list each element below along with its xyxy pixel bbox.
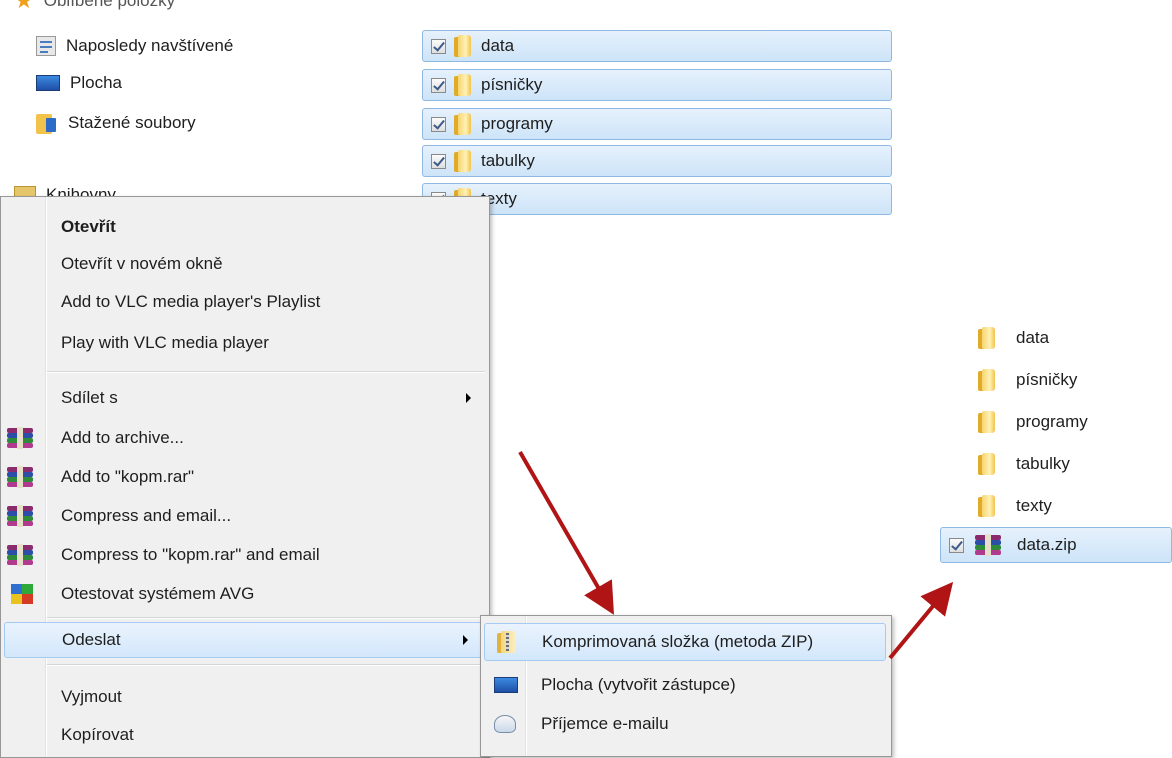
star-icon: ★ bbox=[14, 0, 34, 13]
nav-item-label: Oblíbené položky bbox=[43, 0, 176, 10]
submenu-item-label: Plocha (vytvořit zástupce) bbox=[541, 675, 736, 694]
file-row-data[interactable]: data bbox=[422, 30, 892, 62]
result-item-pisnicky[interactable]: písničky bbox=[930, 362, 1172, 398]
submenu-arrow-icon bbox=[463, 635, 468, 645]
file-name: data bbox=[481, 36, 515, 55]
file-row-programy[interactable]: programy bbox=[422, 108, 892, 140]
submenu-item-desktop-shortcut[interactable]: Plocha (vytvořit zástupce) bbox=[484, 666, 886, 704]
result-item-texty[interactable]: texty bbox=[930, 488, 1172, 524]
nav-item-favorites[interactable]: ★ Oblíbené položky bbox=[14, 0, 175, 16]
menu-item-label: Add to archive... bbox=[61, 428, 184, 447]
winrar-icon bbox=[7, 466, 33, 488]
result-file-list: data písničky programy tabulky texty dat… bbox=[930, 300, 1172, 640]
menu-item-open-new-window[interactable]: Otevřít v novém okně bbox=[1, 246, 489, 282]
winrar-icon bbox=[7, 427, 33, 449]
result-item-programy[interactable]: programy bbox=[930, 404, 1172, 440]
menu-item-add-to-archive[interactable]: Add to archive... bbox=[1, 420, 489, 456]
folder-icon bbox=[454, 113, 471, 135]
menu-item-label: Play with VLC media player bbox=[61, 333, 269, 352]
send-to-submenu: Komprimovaná složka (metoda ZIP) Plocha … bbox=[480, 615, 892, 757]
menu-item-label: Otevřít bbox=[61, 217, 116, 236]
checkbox-checked[interactable] bbox=[431, 38, 446, 54]
folder-icon bbox=[454, 74, 471, 96]
menu-item-label: Vyjmout bbox=[61, 687, 122, 706]
menu-item-label: Odeslat bbox=[62, 630, 121, 649]
menu-item-compress-email[interactable]: Compress and email... bbox=[1, 498, 489, 534]
menu-item-compress-rar-email[interactable]: Compress to "kopm.rar" and email bbox=[1, 537, 489, 573]
desktop-icon bbox=[36, 75, 60, 91]
checkbox-checked[interactable] bbox=[431, 77, 446, 93]
submenu-item-zip-folder[interactable]: Komprimovaná složka (metoda ZIP) bbox=[484, 623, 886, 661]
winrar-icon bbox=[7, 544, 33, 566]
folder-icon bbox=[978, 495, 995, 517]
menu-separator bbox=[47, 664, 485, 666]
menu-item-send-to[interactable]: Odeslat bbox=[4, 622, 484, 658]
winrar-archive-icon bbox=[975, 534, 1001, 556]
menu-item-avg-scan[interactable]: Otestovat systémem AVG bbox=[1, 576, 489, 612]
arrow-to-zip-item bbox=[518, 451, 614, 615]
checkbox-checked[interactable] bbox=[949, 537, 964, 553]
nav-item-downloads[interactable]: Stažené soubory bbox=[36, 108, 196, 138]
submenu-item-label: Komprimovaná složka (metoda ZIP) bbox=[542, 632, 814, 651]
file-name: data.zip bbox=[1017, 535, 1077, 554]
menu-item-share-with[interactable]: Sdílet s bbox=[1, 380, 489, 416]
result-item-tabulky[interactable]: tabulky bbox=[930, 446, 1172, 482]
file-name: data bbox=[1016, 328, 1050, 347]
file-row-pisnicky[interactable]: písničky bbox=[422, 69, 892, 101]
nav-item-label: Naposledy navštívené bbox=[66, 36, 234, 55]
menu-item-vlc-play[interactable]: Play with VLC media player bbox=[1, 325, 489, 361]
menu-item-cut[interactable]: Vyjmout bbox=[1, 679, 489, 715]
folder-icon bbox=[978, 369, 995, 391]
zip-folder-icon bbox=[497, 631, 515, 653]
nav-item-label: Plocha bbox=[70, 73, 122, 92]
submenu-arrow-icon bbox=[466, 393, 471, 403]
file-name: písničky bbox=[481, 75, 543, 94]
desktop-icon bbox=[494, 677, 518, 693]
submenu-item-label: Příjemce e-mailu bbox=[541, 714, 669, 733]
menu-item-copy[interactable]: Kopírovat bbox=[1, 717, 489, 753]
file-name: programy bbox=[481, 114, 553, 133]
nav-item-desktop[interactable]: Plocha bbox=[36, 68, 122, 98]
folder-icon bbox=[978, 411, 995, 433]
menu-item-label: Compress to "kopm.rar" and email bbox=[61, 545, 320, 564]
nav-item-label: Stažené soubory bbox=[68, 113, 196, 132]
nav-item-recent-places[interactable]: Naposledy navštívené bbox=[36, 31, 233, 61]
file-name: programy bbox=[1016, 412, 1088, 431]
winrar-icon bbox=[7, 505, 33, 527]
menu-item-vlc-playlist[interactable]: Add to VLC media player's Playlist bbox=[1, 284, 489, 320]
menu-separator bbox=[47, 617, 485, 619]
folder-icon bbox=[978, 453, 995, 475]
mail-recipient-icon bbox=[494, 715, 516, 733]
menu-item-add-to-rar[interactable]: Add to "kopm.rar" bbox=[1, 459, 489, 495]
downloads-folder-icon bbox=[36, 112, 58, 134]
menu-item-label: Compress and email... bbox=[61, 506, 232, 525]
checkbox-checked[interactable] bbox=[431, 153, 446, 169]
menu-item-open[interactable]: Otevřít bbox=[1, 209, 489, 245]
file-name: písničky bbox=[1016, 370, 1078, 389]
menu-item-label: Otevřít v novém okně bbox=[61, 254, 223, 273]
avg-icon bbox=[11, 584, 33, 604]
submenu-item-mail-recipient[interactable]: Příjemce e-mailu bbox=[484, 705, 886, 743]
menu-item-label: Kopírovat bbox=[61, 725, 134, 744]
file-name: tabulky bbox=[481, 151, 535, 170]
file-row-tabulky[interactable]: tabulky bbox=[422, 145, 892, 177]
file-row-texty[interactable]: texty bbox=[422, 183, 892, 215]
menu-item-label: Otestovat systémem AVG bbox=[61, 584, 255, 603]
folder-icon bbox=[454, 150, 471, 172]
file-name: tabulky bbox=[1016, 454, 1070, 473]
menu-separator bbox=[47, 371, 485, 373]
folder-icon bbox=[454, 35, 471, 57]
folder-icon bbox=[978, 327, 995, 349]
checkbox-checked[interactable] bbox=[431, 116, 446, 132]
result-item-data-zip[interactable]: data.zip bbox=[940, 527, 1172, 563]
menu-item-label: Add to "kopm.rar" bbox=[61, 467, 195, 486]
result-item-data[interactable]: data bbox=[930, 320, 1172, 356]
recent-places-icon bbox=[36, 36, 56, 56]
file-name: texty bbox=[1016, 496, 1052, 515]
menu-item-label: Sdílet s bbox=[61, 388, 118, 407]
menu-item-label: Add to VLC media player's Playlist bbox=[61, 292, 321, 311]
context-menu: Otevřít Otevřít v novém okně Add to VLC … bbox=[0, 196, 490, 758]
